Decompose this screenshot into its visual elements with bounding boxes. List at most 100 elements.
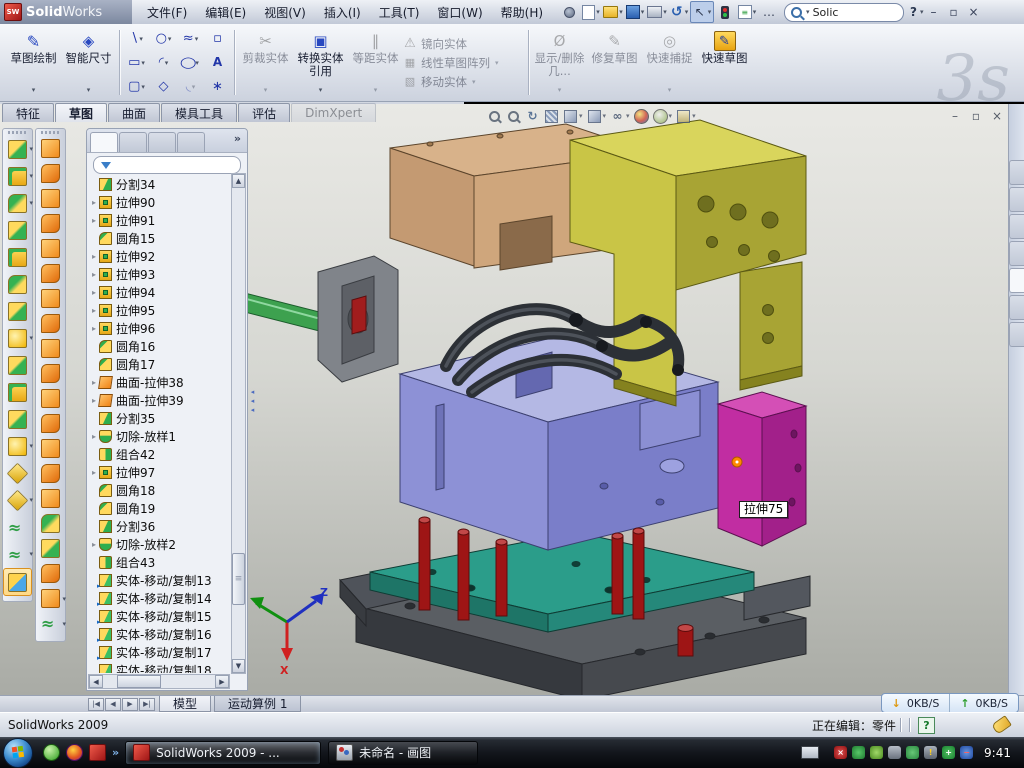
dropdown-arrow-icon[interactable]	[87, 84, 91, 97]
dropdown-arrow-icon[interactable]	[685, 8, 689, 16]
dropdown-arrow-icon[interactable]	[374, 84, 378, 97]
print-icon[interactable]	[646, 2, 668, 22]
marquee-select-icon[interactable]	[204, 27, 231, 51]
feature-tree-item[interactable]: 拉伸96	[89, 319, 230, 337]
combine-tool[interactable]	[4, 352, 31, 378]
expand-arrow-icon[interactable]	[89, 324, 99, 333]
feature-tree-item[interactable]: 实体-移动/复制14	[89, 589, 230, 607]
first-tab-button[interactable]	[88, 698, 104, 711]
close-button[interactable]: ×	[964, 3, 984, 21]
feature-tree-item[interactable]: 拉伸94	[89, 283, 230, 301]
line-icon[interactable]	[123, 27, 150, 51]
toolbar-button[interactable]: 草图绘制	[6, 26, 61, 99]
delete-body-tool[interactable]	[4, 433, 31, 459]
menu-item[interactable]: 插入(I)	[315, 1, 370, 24]
save-icon[interactable]	[624, 2, 646, 22]
dropdown-arrow-icon[interactable]	[29, 334, 33, 342]
dropdown-arrow-icon[interactable]	[29, 145, 33, 153]
language-keyboard-icon[interactable]	[801, 746, 819, 759]
sketch-fillet-icon[interactable]	[177, 75, 204, 99]
select-icon[interactable]	[690, 1, 714, 23]
file-explorer-tab[interactable]	[1009, 214, 1024, 239]
dropdown-arrow-icon[interactable]	[62, 620, 66, 628]
sketch-text-icon[interactable]	[204, 51, 231, 75]
fillet-tool[interactable]	[4, 190, 31, 216]
feature-tree-item[interactable]: 实体-移动/复制15	[89, 607, 230, 625]
expand-arrow-icon[interactable]	[89, 468, 99, 477]
delete-face-tool[interactable]	[37, 361, 64, 385]
dropdown-arrow-icon[interactable]	[29, 199, 33, 207]
dropdown-arrow-icon[interactable]	[692, 112, 696, 120]
feature-tree-item[interactable]: 分割35	[89, 409, 230, 427]
toolbar-button[interactable]: 移动实体	[403, 74, 525, 90]
extruded-boss-tool[interactable]	[4, 136, 31, 162]
expand-arrow-icon[interactable]	[89, 216, 99, 225]
command-tab[interactable]: DimXpert	[291, 103, 376, 122]
command-tab[interactable]: 草图	[55, 103, 107, 122]
toolbar-button[interactable]: 快速捕捉	[642, 26, 697, 99]
search-scope-dropdown-icon[interactable]	[806, 8, 810, 16]
toolbar-button[interactable]: 剪裁实体	[238, 26, 293, 99]
feature-tree-item[interactable]: 实体-移动/复制18	[89, 661, 230, 673]
feature-tree-item[interactable]: 圆角17	[89, 355, 230, 373]
key-tray-icon[interactable]	[870, 746, 883, 759]
zoom-area-icon[interactable]	[505, 106, 522, 126]
expand-arrow-icon[interactable]	[89, 198, 99, 207]
open-icon[interactable]	[602, 2, 624, 22]
slide-block-selected[interactable]	[718, 404, 762, 546]
ruled-surface-tool[interactable]	[37, 336, 64, 360]
feature-tree-item[interactable]: 拉伸93	[89, 265, 230, 283]
feature-tree-item[interactable]: 圆角16	[89, 337, 230, 355]
untrim-surface-tool[interactable]	[37, 461, 64, 485]
dropdown-arrow-icon[interactable]	[708, 8, 712, 16]
expand-arrow-icon[interactable]	[89, 288, 99, 297]
dropdown-arrow-icon[interactable]	[669, 112, 673, 120]
propertymanager-tab[interactable]	[119, 132, 147, 152]
toolbar-button[interactable]: 快速草图	[697, 26, 752, 99]
dropdown-arrow-icon[interactable]	[495, 59, 499, 67]
search-input[interactable]: Solic	[784, 3, 904, 22]
lofted-boss-tool[interactable]	[4, 244, 31, 270]
thicken-tool[interactable]	[37, 511, 64, 535]
feature-tree-item[interactable]: 圆角15	[89, 229, 230, 247]
trim-surface-tool[interactable]	[37, 436, 64, 460]
menu-item[interactable]: 文件(F)	[138, 1, 196, 24]
feature-tree-item[interactable]: 拉伸92	[89, 247, 230, 265]
filled-surface-tool[interactable]	[37, 261, 64, 285]
tree-vertical-scrollbar[interactable]: ▲ ▼	[231, 173, 246, 674]
menu-item[interactable]: 帮助(H)	[492, 1, 552, 24]
next-tab-button[interactable]	[122, 698, 138, 711]
feature-tree-item[interactable]: 拉伸90	[89, 193, 230, 211]
feature-tree-item[interactable]: 组合43	[89, 553, 230, 571]
dropdown-arrow-icon[interactable]	[29, 172, 33, 180]
expand-arrow-icon[interactable]	[89, 432, 99, 441]
firewall-tray-icon[interactable]	[852, 746, 865, 759]
zoom-fit-icon[interactable]	[486, 106, 503, 126]
appearances-tab[interactable]	[1009, 295, 1024, 320]
previous-tab-button[interactable]	[105, 698, 121, 711]
feature-tree-item[interactable]: 拉伸95	[89, 301, 230, 319]
feature-tree-item[interactable]: 分割34	[89, 175, 230, 193]
dropdown-arrow-icon[interactable]	[626, 112, 630, 120]
command-tab[interactable]: 评估	[238, 103, 290, 122]
spline-tool[interactable]	[4, 541, 31, 567]
expand-arrow-icon[interactable]	[89, 252, 99, 261]
design-library-tab[interactable]	[1009, 187, 1024, 212]
scrollbar-thumb[interactable]	[117, 675, 161, 688]
dropdown-arrow-icon[interactable]	[319, 84, 323, 97]
section-view-icon[interactable]	[543, 106, 560, 126]
rebuild-icon[interactable]	[714, 2, 736, 22]
pin-icon[interactable]	[558, 2, 580, 22]
security-alert-tray-icon[interactable]	[834, 746, 847, 759]
scroll-right-icon[interactable]: ▶	[215, 675, 229, 688]
model-tab[interactable]: 模型	[159, 696, 211, 712]
toolbar-button[interactable]: 镜向实体	[403, 36, 525, 52]
lofted-surface-tool[interactable]	[37, 211, 64, 235]
revolved-surface-tool[interactable]	[37, 161, 64, 185]
draft-tool[interactable]	[4, 298, 31, 324]
dropdown-arrow-icon[interactable]	[141, 59, 145, 67]
feature-tree-item[interactable]: 曲面-拉伸39	[89, 391, 230, 409]
dropdown-arrow-icon[interactable]	[264, 84, 268, 97]
toolbar-button[interactable]: 转换实体引用	[293, 26, 348, 99]
dropdown-arrow-icon[interactable]	[596, 8, 600, 16]
